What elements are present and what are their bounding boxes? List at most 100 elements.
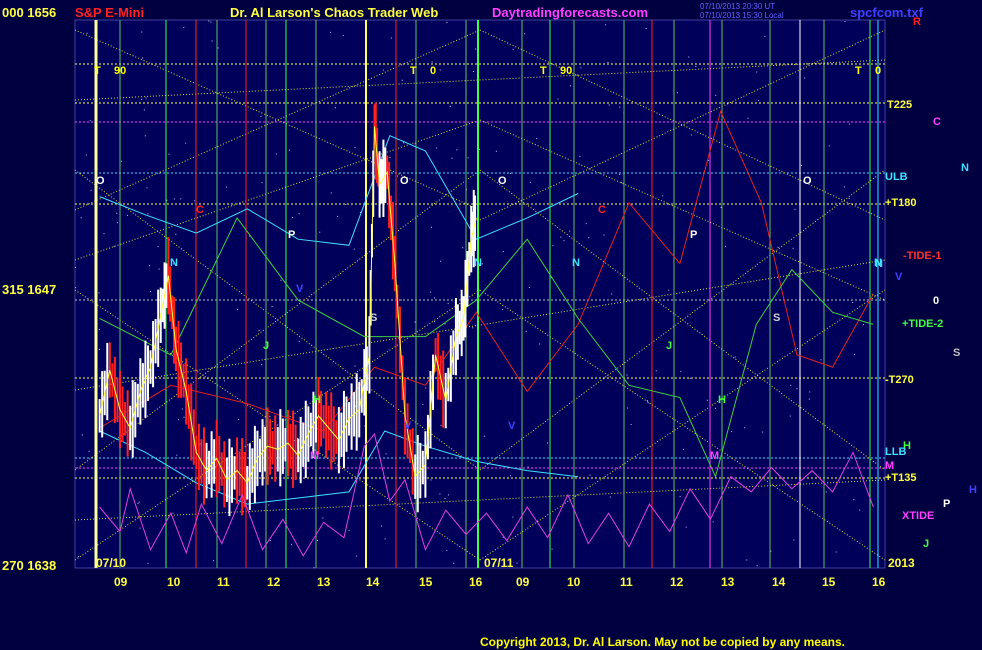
star-dot [194, 200, 196, 202]
star-dot [429, 291, 431, 293]
star-dot [862, 324, 864, 326]
plot-marker-label: S [773, 312, 781, 324]
star-dot [453, 562, 455, 564]
plot-marker-label: H [718, 394, 726, 406]
star-dot [98, 349, 100, 351]
star-dot [655, 370, 657, 372]
star-dot [475, 48, 477, 50]
star-dot [611, 293, 613, 295]
star-dot [619, 106, 621, 108]
star-dot [178, 419, 180, 421]
star-dot [844, 21, 846, 23]
right-label: R [913, 16, 921, 28]
star-dot [512, 48, 514, 50]
star-dot [237, 309, 239, 311]
star-dot [747, 117, 749, 119]
star-dot [547, 442, 549, 444]
instrument-label: S&P E-Mini [75, 5, 145, 20]
star-dot [446, 22, 448, 24]
plot-marker-label: M [710, 450, 720, 462]
right-label: LLB [885, 446, 907, 458]
star-dot [462, 247, 464, 249]
star-dot [319, 231, 321, 233]
plot-marker-label: S [370, 312, 378, 324]
star-dot [608, 104, 610, 106]
star-dot [539, 343, 541, 345]
star-dot [402, 142, 404, 144]
star-dot [630, 424, 632, 426]
price-top-label: 000 1656 [2, 5, 57, 20]
star-dot [456, 149, 458, 151]
star-dot [298, 340, 300, 342]
star-dot [809, 391, 811, 393]
star-dot [439, 69, 441, 71]
star-dot [579, 155, 581, 157]
star-dot [552, 245, 554, 247]
star-dot [679, 496, 681, 498]
star-dot [175, 233, 177, 235]
star-dot [472, 327, 474, 329]
star-dot [431, 226, 433, 228]
star-dot [439, 493, 441, 495]
star-dot [800, 164, 802, 166]
star-dot [422, 404, 424, 406]
right-label: S [953, 347, 961, 359]
plot-marker-label: T [410, 65, 417, 77]
star-dot [217, 47, 219, 49]
star-dot [288, 149, 290, 151]
star-dot [90, 189, 92, 191]
star-dot [589, 474, 591, 476]
star-dot [75, 286, 77, 288]
star-dot [853, 353, 855, 355]
star-dot [510, 475, 512, 477]
star-dot [706, 399, 708, 401]
star-dot [509, 172, 511, 174]
star-dot [756, 71, 758, 73]
star-dot [467, 157, 469, 159]
star-dot [777, 246, 779, 248]
star-dot [89, 120, 91, 122]
right-label: +T180 [885, 197, 917, 209]
site-label: Daytradingforecasts.com [492, 5, 649, 20]
plot-marker-label: T [540, 65, 547, 77]
plot-marker-label: C [598, 204, 606, 216]
copyright-notice: Copyright 2013, Dr. Al Larson. May not b… [480, 635, 845, 649]
star-dot [181, 408, 183, 410]
star-dot [425, 387, 427, 389]
star-dot [528, 287, 530, 289]
star-dot [144, 135, 146, 137]
x-tick-label: 12 [267, 575, 281, 589]
plot-marker-label: N [474, 257, 482, 269]
star-dot [355, 555, 357, 557]
star-dot [147, 213, 149, 215]
star-dot [668, 289, 670, 291]
star-dot [585, 223, 587, 225]
right-label: XTIDE [902, 510, 935, 522]
star-dot [354, 365, 356, 367]
star-dot [381, 525, 382, 527]
star-dot [626, 374, 628, 376]
star-dot [609, 496, 611, 498]
star-dot [142, 57, 144, 59]
plot-marker-label: V [508, 420, 516, 432]
star-dot [113, 245, 115, 247]
x-tick-label: 10 [167, 575, 181, 589]
star-dot [98, 292, 100, 294]
star-dot [603, 234, 605, 236]
star-dot [619, 173, 621, 175]
star-dot [261, 364, 263, 366]
x-tick-label: 15 [419, 575, 433, 589]
star-dot [149, 265, 151, 267]
star-dot [569, 85, 571, 87]
star-dot [525, 330, 527, 332]
star-dot [382, 69, 384, 71]
star-dot [605, 24, 607, 26]
right-label: +TIDE-2 [902, 318, 944, 330]
star-dot [225, 186, 227, 188]
star-dot [551, 548, 553, 550]
star-dot [435, 147, 437, 149]
star-dot [764, 35, 766, 37]
star-dot [792, 247, 794, 249]
star-dot [176, 454, 178, 456]
star-dot [680, 370, 682, 372]
